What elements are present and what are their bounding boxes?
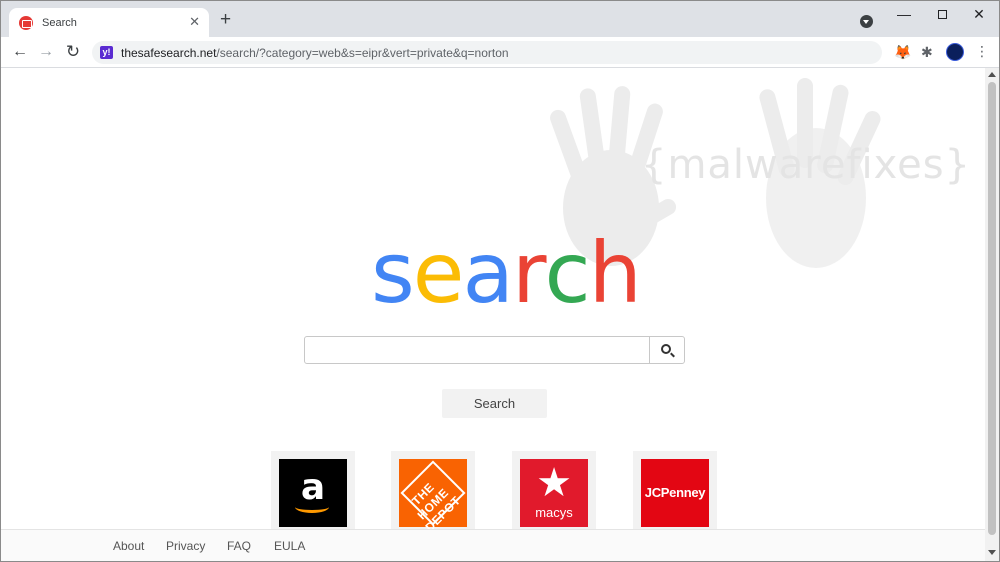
logo-letter: h [588, 224, 642, 322]
search-icon-button[interactable] [649, 336, 685, 364]
url-text[interactable]: thesafesearch.net/search/?category=web&s… [121, 46, 509, 60]
logo-letter: e [412, 224, 465, 322]
amazon-logo: a [279, 459, 347, 527]
search-icon [661, 344, 671, 354]
logo-letter: c [544, 224, 590, 322]
address-bar[interactable]: y! thesafesearch.net/search/?category=we… [92, 41, 882, 64]
footer-link-privacy[interactable]: Privacy [166, 539, 205, 553]
search-input[interactable] [304, 336, 650, 364]
profile-avatar[interactable] [946, 43, 964, 61]
watermark-text: {malwarefixes} [641, 142, 971, 188]
url-path: /search/?category=web&s=eipr&vert=privat… [216, 45, 509, 60]
jcpenney-logo-text: JCPenney [644, 485, 706, 500]
tab-strip: Search ✕ + — ✕ [1, 1, 999, 37]
search-logo: search [371, 224, 642, 322]
tab-title: Search [42, 16, 77, 29]
macys-logo-text: macys [535, 505, 573, 520]
tab-search[interactable]: Search ✕ [9, 8, 209, 37]
chrome-menu-icon[interactable]: ⋮ [975, 42, 989, 60]
search-submit-button[interactable]: Search [442, 389, 547, 418]
maximize-button[interactable] [927, 4, 957, 24]
tab-close-icon[interactable]: ✕ [189, 15, 200, 29]
scroll-up-icon[interactable] [988, 72, 996, 77]
macys-logo: ★ macys [520, 459, 588, 527]
new-tab-button[interactable]: + [220, 10, 231, 30]
shortcut-home-depot[interactable]: THE HOME DEPOT [391, 451, 475, 535]
footer-link-eula[interactable]: EULA [274, 539, 305, 553]
close-window-button[interactable]: ✕ [964, 4, 994, 24]
logo-letter: a [462, 224, 514, 322]
tab-search-icon[interactable] [860, 15, 873, 28]
scroll-thumb[interactable] [988, 82, 996, 535]
jcpenney-logo: JCPenney [641, 459, 709, 527]
browser-window: Search ✕ + — ✕ ← → ↻ y! thesafesearch.ne… [0, 0, 1000, 562]
reload-button[interactable]: ↻ [62, 41, 84, 63]
shortcut-macys[interactable]: ★ macys [512, 451, 596, 535]
scroll-down-icon[interactable] [988, 550, 996, 555]
footer-link-faq[interactable]: FAQ [227, 539, 251, 553]
forward-button[interactable]: → [35, 41, 57, 63]
vertical-scrollbar[interactable] [985, 68, 999, 561]
maximize-icon [937, 10, 947, 19]
macys-star-icon: ★ [536, 461, 572, 505]
url-host: thesafesearch.net [121, 45, 217, 60]
page-footer: About Privacy FAQ EULA [1, 529, 985, 561]
back-button[interactable]: ← [9, 41, 31, 63]
amazon-smile-icon [295, 501, 329, 513]
site-info-icon[interactable]: y! [100, 46, 113, 59]
page-content: {malwarefixes} search Search a THE HOME … [1, 68, 985, 561]
browser-toolbar: ← → ↻ y! thesafesearch.net/search/?categ… [1, 37, 999, 68]
minimize-button[interactable]: — [889, 4, 919, 24]
metamask-extension-icon[interactable]: 🦊 [894, 44, 911, 60]
logo-letter: s [371, 224, 415, 322]
extensions-puzzle-icon[interactable]: ✱ [921, 44, 937, 60]
tab-favicon-icon [19, 15, 33, 30]
home-depot-logo: THE HOME DEPOT [399, 459, 467, 534]
shortcut-amazon[interactable]: a [271, 451, 355, 535]
shortcut-jcpenney[interactable]: JCPenney [633, 451, 717, 535]
footer-link-about[interactable]: About [113, 539, 144, 553]
logo-letter: r [511, 224, 547, 322]
